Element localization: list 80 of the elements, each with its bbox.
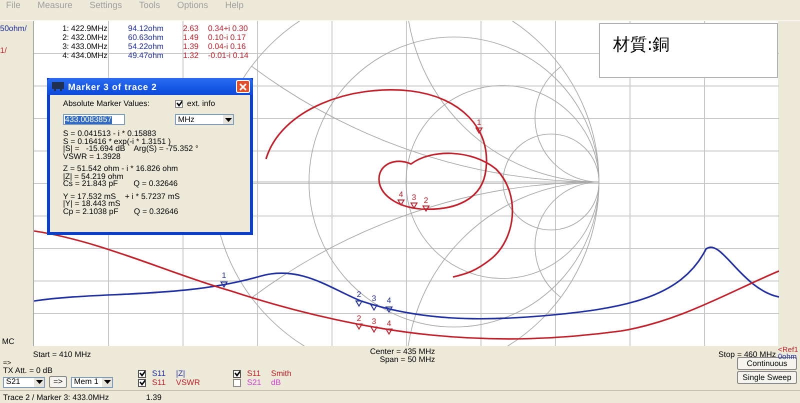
stop-frequency: Stop = 460 MHz (718, 350, 776, 360)
checkbox[interactable] (138, 370, 146, 378)
measurement-line: |Z| = 54.219 ohm (63, 172, 124, 180)
trace-parameter: S21 (247, 378, 262, 387)
dropdown-arrow-icon (102, 378, 112, 386)
note-text: 材質:銅 (613, 35, 670, 55)
checkbox[interactable] (138, 378, 146, 386)
close-icon (239, 82, 247, 90)
marker-reflection: 0.34+i 0.30 (208, 24, 248, 33)
measurement-line: S = 0.16416 * exp(-i * 1.3151 ) (63, 138, 171, 145)
marker-flag: 2 (422, 196, 430, 212)
marker-impedance: 60.63ohm (128, 33, 165, 42)
marker-reflection: 0.04-i 0.16 (208, 42, 247, 51)
marker-flag: 2 (355, 314, 363, 330)
marker-reflection: 0.10-i 0.17 (208, 33, 247, 42)
marker-frequency: 432.0MHz (71, 33, 108, 42)
marker-vswr: 1.49 (183, 33, 200, 42)
dropdown-arrow-icon (34, 378, 44, 386)
marker-index: 1: (61, 24, 70, 33)
trace-parameter: S11 (152, 369, 167, 378)
memory-select[interactable]: Mem 1 (71, 376, 113, 388)
scale-label: 50ohm/ (0, 24, 28, 33)
scale-label: 1/ (0, 46, 8, 55)
values-label: Absolute Marker Values: (63, 99, 151, 108)
mode-label: MC (2, 337, 14, 346)
trace-quantity: Smith (271, 369, 292, 378)
marker-frequency: 433.0MHz (71, 42, 108, 51)
tx-attenuation-label: TX Att. = 0 dB (3, 367, 54, 375)
status-text: Trace 2 / Marker 3: 433.0MHz (3, 392, 110, 402)
checkbox[interactable] (175, 100, 183, 108)
dialog-title: Marker 3 of trace 2 (68, 82, 158, 92)
marker-vswr: 2.63 (183, 24, 200, 33)
trace-quantity: dB (271, 378, 281, 387)
marker-flag: 4 (397, 190, 405, 206)
checkbox[interactable] (233, 370, 241, 378)
marker-impedance: 49.47ohm (128, 51, 165, 60)
marker-flag: 3 (410, 193, 418, 209)
copy-button[interactable]: => (49, 376, 67, 388)
marker-index: 2: (61, 33, 70, 42)
measurement-line: Z = 51.542 ohm - i * 16.826 ohm (63, 165, 179, 172)
marker-flag: 4 (385, 296, 393, 313)
measurement-line: |Y| = 18.443 mS (63, 200, 122, 208)
marker-flag: 1 (220, 271, 228, 288)
dropdown-arrow-icon (223, 115, 233, 124)
measurement-line: |S| = -15.694 dB Arg(S) = -75.352 ° (63, 145, 200, 152)
checkbox[interactable] (233, 378, 241, 386)
trace-parameter: S11 (247, 369, 262, 378)
trace-quantity: VSWR (176, 378, 200, 387)
measurement-line: Cs = 21.843 pF Q = 0.32646 (63, 180, 179, 188)
marker-reflection: -0.01-i 0.14 (208, 51, 248, 60)
measurement-line: Y = 17.532 mS + i * 5.7237 mS (63, 192, 181, 200)
span-label: Span = 50 MHz (380, 356, 436, 364)
measurement-line: S = 0.041513 - i * 0.15883 (63, 130, 158, 138)
marker-frequency: 422.9MHz (71, 24, 108, 33)
trace-quantity: |Z| (176, 369, 186, 378)
marker-flag: 3 (370, 294, 378, 311)
frequency-input[interactable]: 433.0083857 (63, 114, 125, 125)
marker-flag: 3 (370, 317, 378, 333)
measurement-line: VSWR = 1.3928 (63, 152, 122, 160)
app-icon (52, 82, 64, 91)
marker-impedance: 94.12ohm (128, 24, 165, 33)
marker-vswr: 1.39 (183, 42, 200, 51)
marker-flag: 1 (475, 118, 483, 134)
marker-impedance: 54.22ohm (128, 42, 165, 51)
close-button[interactable] (236, 80, 250, 93)
trace-select[interactable]: S21 (3, 376, 45, 388)
center-frequency: Center = 435 MHz (370, 348, 436, 356)
start-frequency: Start = 410 MHz (33, 350, 92, 361)
marker-index: 4: (61, 51, 70, 60)
marker-index: 3: (61, 42, 70, 51)
sweep-button[interactable]: Single Sweep (737, 371, 797, 384)
status-value: 1.39 (146, 392, 162, 402)
marker-flag: 4 (385, 319, 393, 335)
measurement-line: Cp = 2.1038 pF Q = 0.32646 (63, 208, 180, 215)
marker-flag: 2 (355, 290, 363, 307)
marker-frequency: 434.0MHz (71, 51, 108, 60)
trace-parameter: S11 (152, 378, 167, 387)
ext-info-label: ext. info (187, 99, 216, 108)
unit-select[interactable]: MHz (175, 114, 234, 125)
marker-vswr: 1.32 (183, 51, 200, 60)
